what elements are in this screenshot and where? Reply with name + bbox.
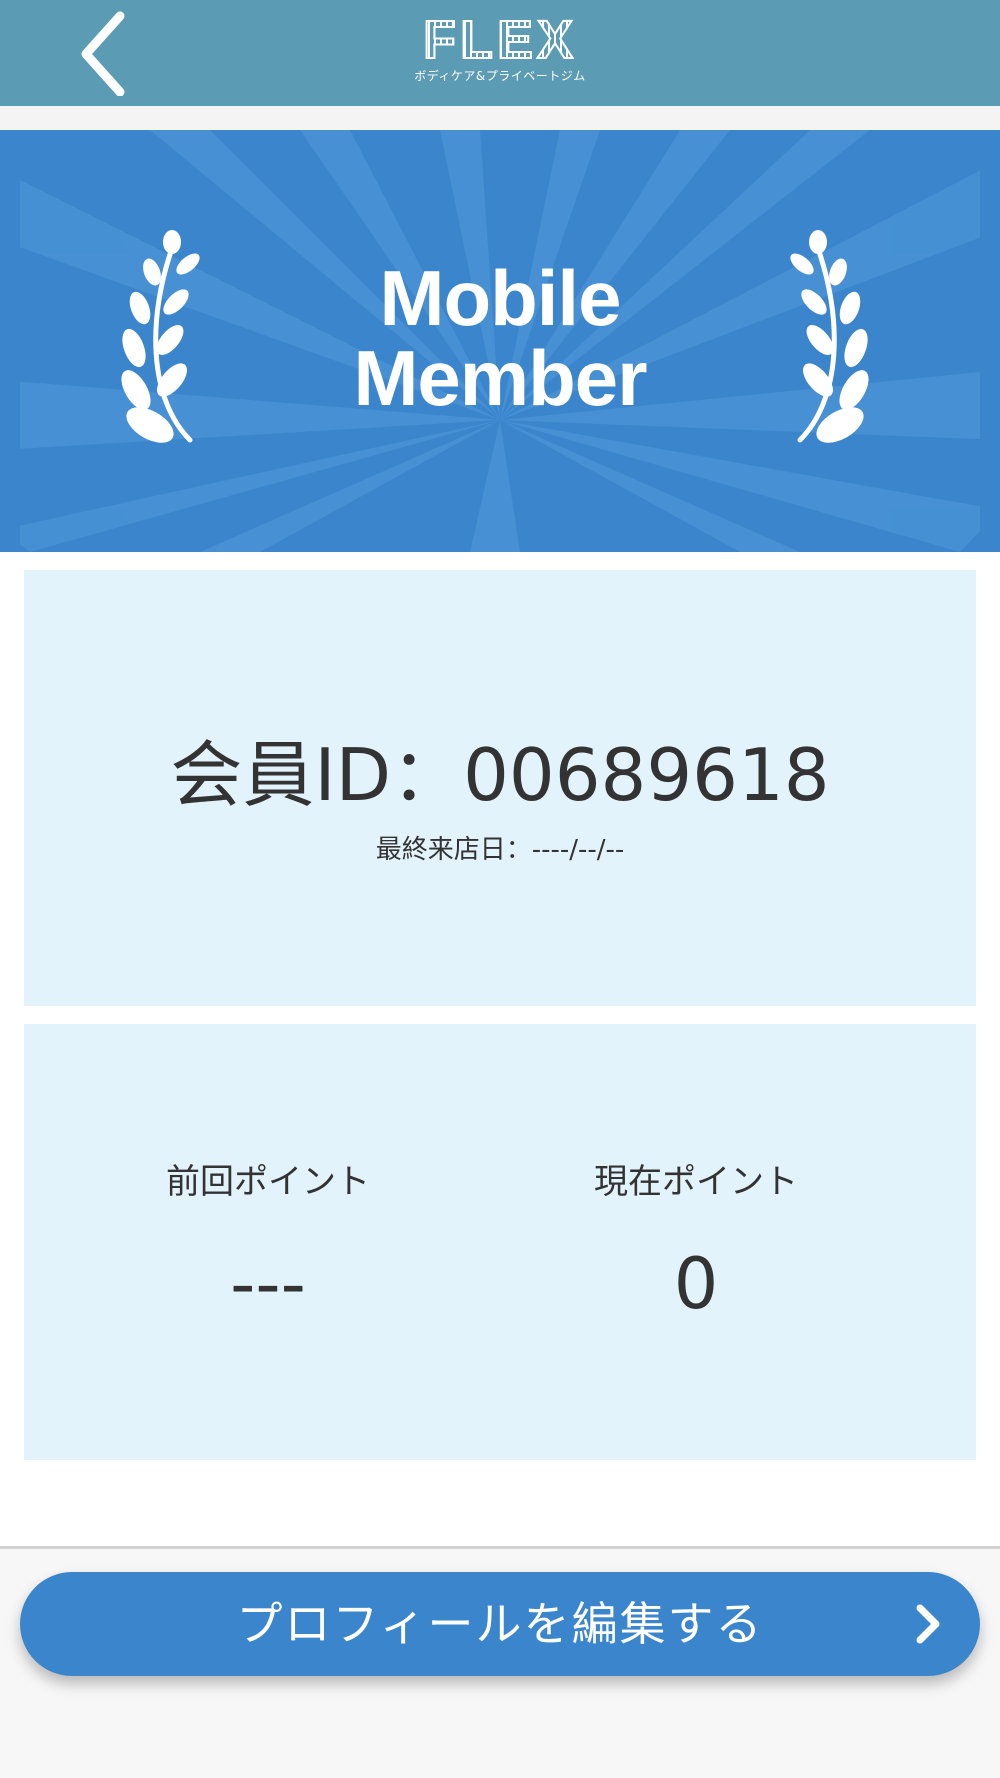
laurel-icon	[121, 230, 200, 443]
edit-profile-label: プロフィールを編集する	[236, 1597, 764, 1651]
member-banner: Mobile Member	[0, 130, 1000, 552]
banner-title-line2: Member	[353, 334, 647, 422]
chevron-right-icon	[916, 1604, 940, 1644]
logo-text: FLEX	[410, 11, 590, 69]
previous-points: 前回ポイント ---	[108, 1160, 428, 1324]
chevron-left-icon	[81, 11, 125, 97]
member-id-card: 会員ID：00689618 最終来店日：----/--/--	[24, 570, 976, 1006]
current-points: 現在ポイント 0	[536, 1160, 856, 1324]
laurel-icon	[790, 230, 869, 443]
current-points-value: 0	[673, 1243, 719, 1325]
app-header: FLEX ボディケア&プライベートジム	[0, 0, 1000, 106]
current-points-label: 現在ポイント	[594, 1162, 798, 1202]
brand-logo: FLEX ボディケア&プライベートジム	[410, 11, 590, 92]
header-spacer	[0, 106, 1000, 130]
banner-title-line1: Mobile	[379, 254, 622, 342]
banner-title: Mobile Member	[250, 258, 750, 418]
logo-subtitle: ボディケア&プライベートジム	[414, 69, 586, 83]
last-visit-date: 最終来店日：----/--/--	[375, 835, 625, 865]
previous-points-value: ---	[230, 1243, 306, 1325]
member-id: 会員ID：00689618	[170, 733, 830, 817]
edit-profile-button[interactable]: プロフィールを編集する	[20, 1572, 980, 1676]
previous-points-label: 前回ポイント	[166, 1162, 370, 1202]
points-card: 前回ポイント --- 現在ポイント 0	[24, 1024, 976, 1460]
back-button[interactable]	[64, 6, 144, 97]
